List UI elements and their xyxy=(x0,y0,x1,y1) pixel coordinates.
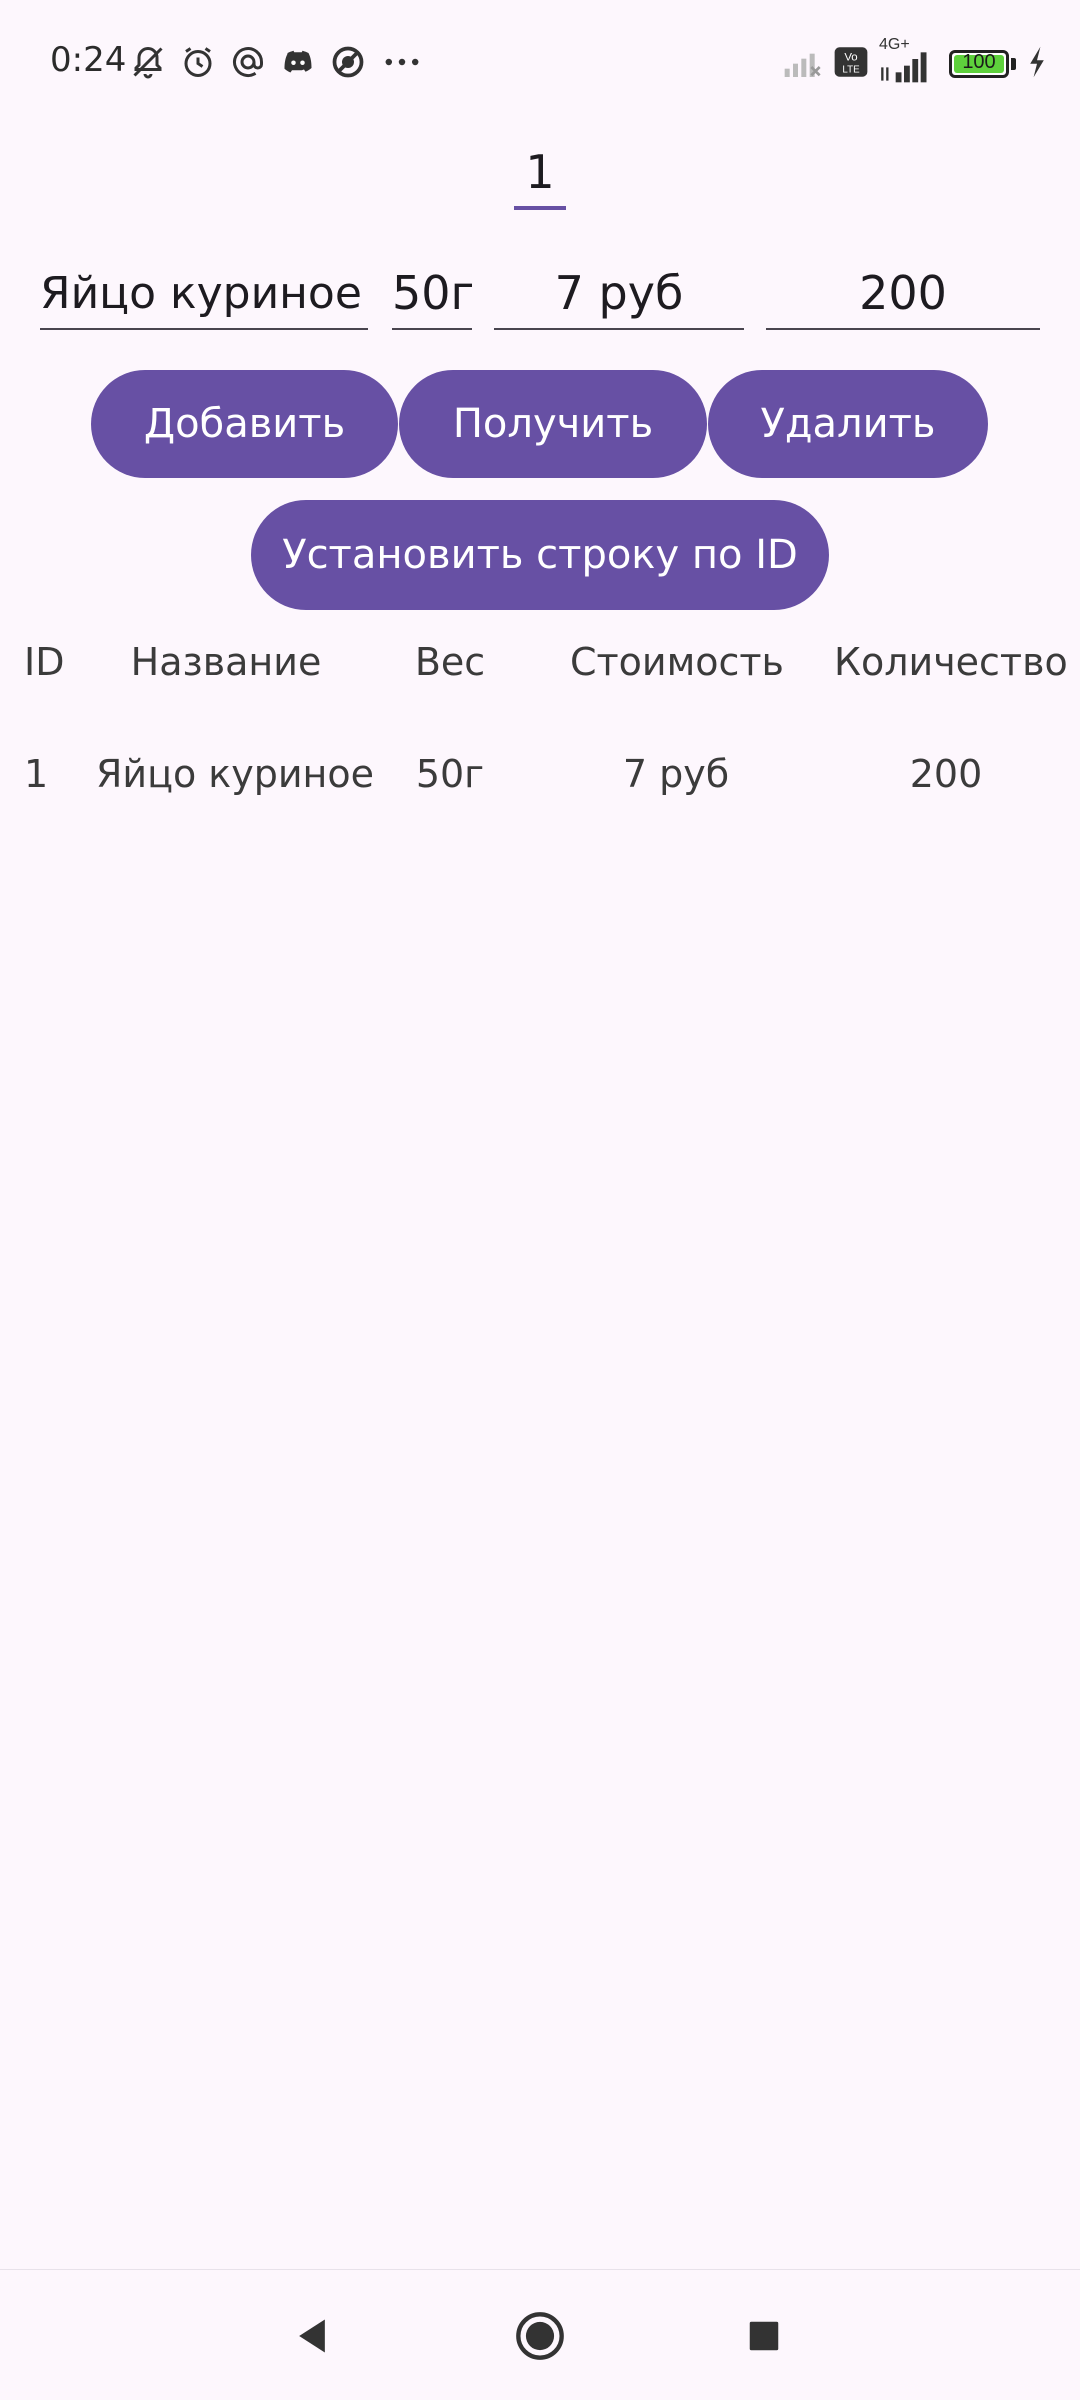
get-button[interactable]: Получить xyxy=(399,370,707,478)
header-weight: Вес xyxy=(414,640,486,684)
name-input[interactable] xyxy=(40,258,368,330)
cost-input[interactable] xyxy=(494,258,744,330)
quantity-input[interactable] xyxy=(766,258,1040,330)
charging-icon xyxy=(1026,45,1048,83)
delete-button[interactable]: Удалить xyxy=(708,370,988,478)
back-button[interactable] xyxy=(282,2306,342,2366)
id-input[interactable] xyxy=(514,138,566,210)
more-dots-icon xyxy=(380,44,424,80)
volte-text-bottom: LTE xyxy=(842,65,860,76)
notification-icons xyxy=(130,44,424,80)
bell-off-icon xyxy=(130,44,166,80)
header-quantity: Количество xyxy=(834,640,1068,684)
battery-level: 100 xyxy=(962,51,996,73)
table-header: ID Название Вес Стоимость Количество xyxy=(0,630,1080,700)
signal-off-icon xyxy=(783,45,823,83)
cell-weight: 50г xyxy=(415,752,485,796)
table-row[interactable]: 1 Яйцо куриное 50г 7 руб 200 xyxy=(0,742,1080,812)
add-button[interactable]: Добавить xyxy=(91,370,398,478)
recents-icon xyxy=(749,2321,779,2351)
status-time: 0:24 xyxy=(50,40,127,80)
weight-input[interactable] xyxy=(392,258,472,330)
volte-icon: Vo LTE xyxy=(833,45,869,83)
signal-icon: 4G+ xyxy=(879,36,939,84)
set-row-by-id-button[interactable]: Установить строку по ID xyxy=(251,500,829,610)
header-id: ID xyxy=(24,640,65,684)
recents-button[interactable] xyxy=(734,2306,794,2366)
discord-icon xyxy=(280,44,316,80)
cell-quantity: 200 xyxy=(909,752,983,796)
home-button[interactable] xyxy=(510,2306,570,2366)
back-icon xyxy=(299,2319,325,2353)
system-icons: Vo LTE 4G+ 100 xyxy=(783,36,1048,84)
no-sign-icon xyxy=(330,44,366,80)
battery-tip xyxy=(1011,58,1016,70)
header-name: Название xyxy=(130,640,322,684)
navigation-bar xyxy=(0,2269,1080,2400)
cell-name: Яйцо куриное xyxy=(96,752,375,796)
battery-icon: 100 xyxy=(949,50,1009,78)
cell-cost: 7 руб xyxy=(622,752,730,796)
alarm-icon xyxy=(180,44,216,80)
at-icon xyxy=(230,44,266,80)
cell-id: 1 xyxy=(24,752,49,796)
header-cost: Стоимость xyxy=(570,640,784,684)
volte-text-top: Vo xyxy=(844,51,857,63)
status-bar: 0:24 Vo LTE 4G+ 100 xyxy=(0,0,1080,128)
products-table: ID Название Вес Стоимость Количество 1 Я… xyxy=(0,630,1080,812)
home-icon xyxy=(516,2312,564,2360)
